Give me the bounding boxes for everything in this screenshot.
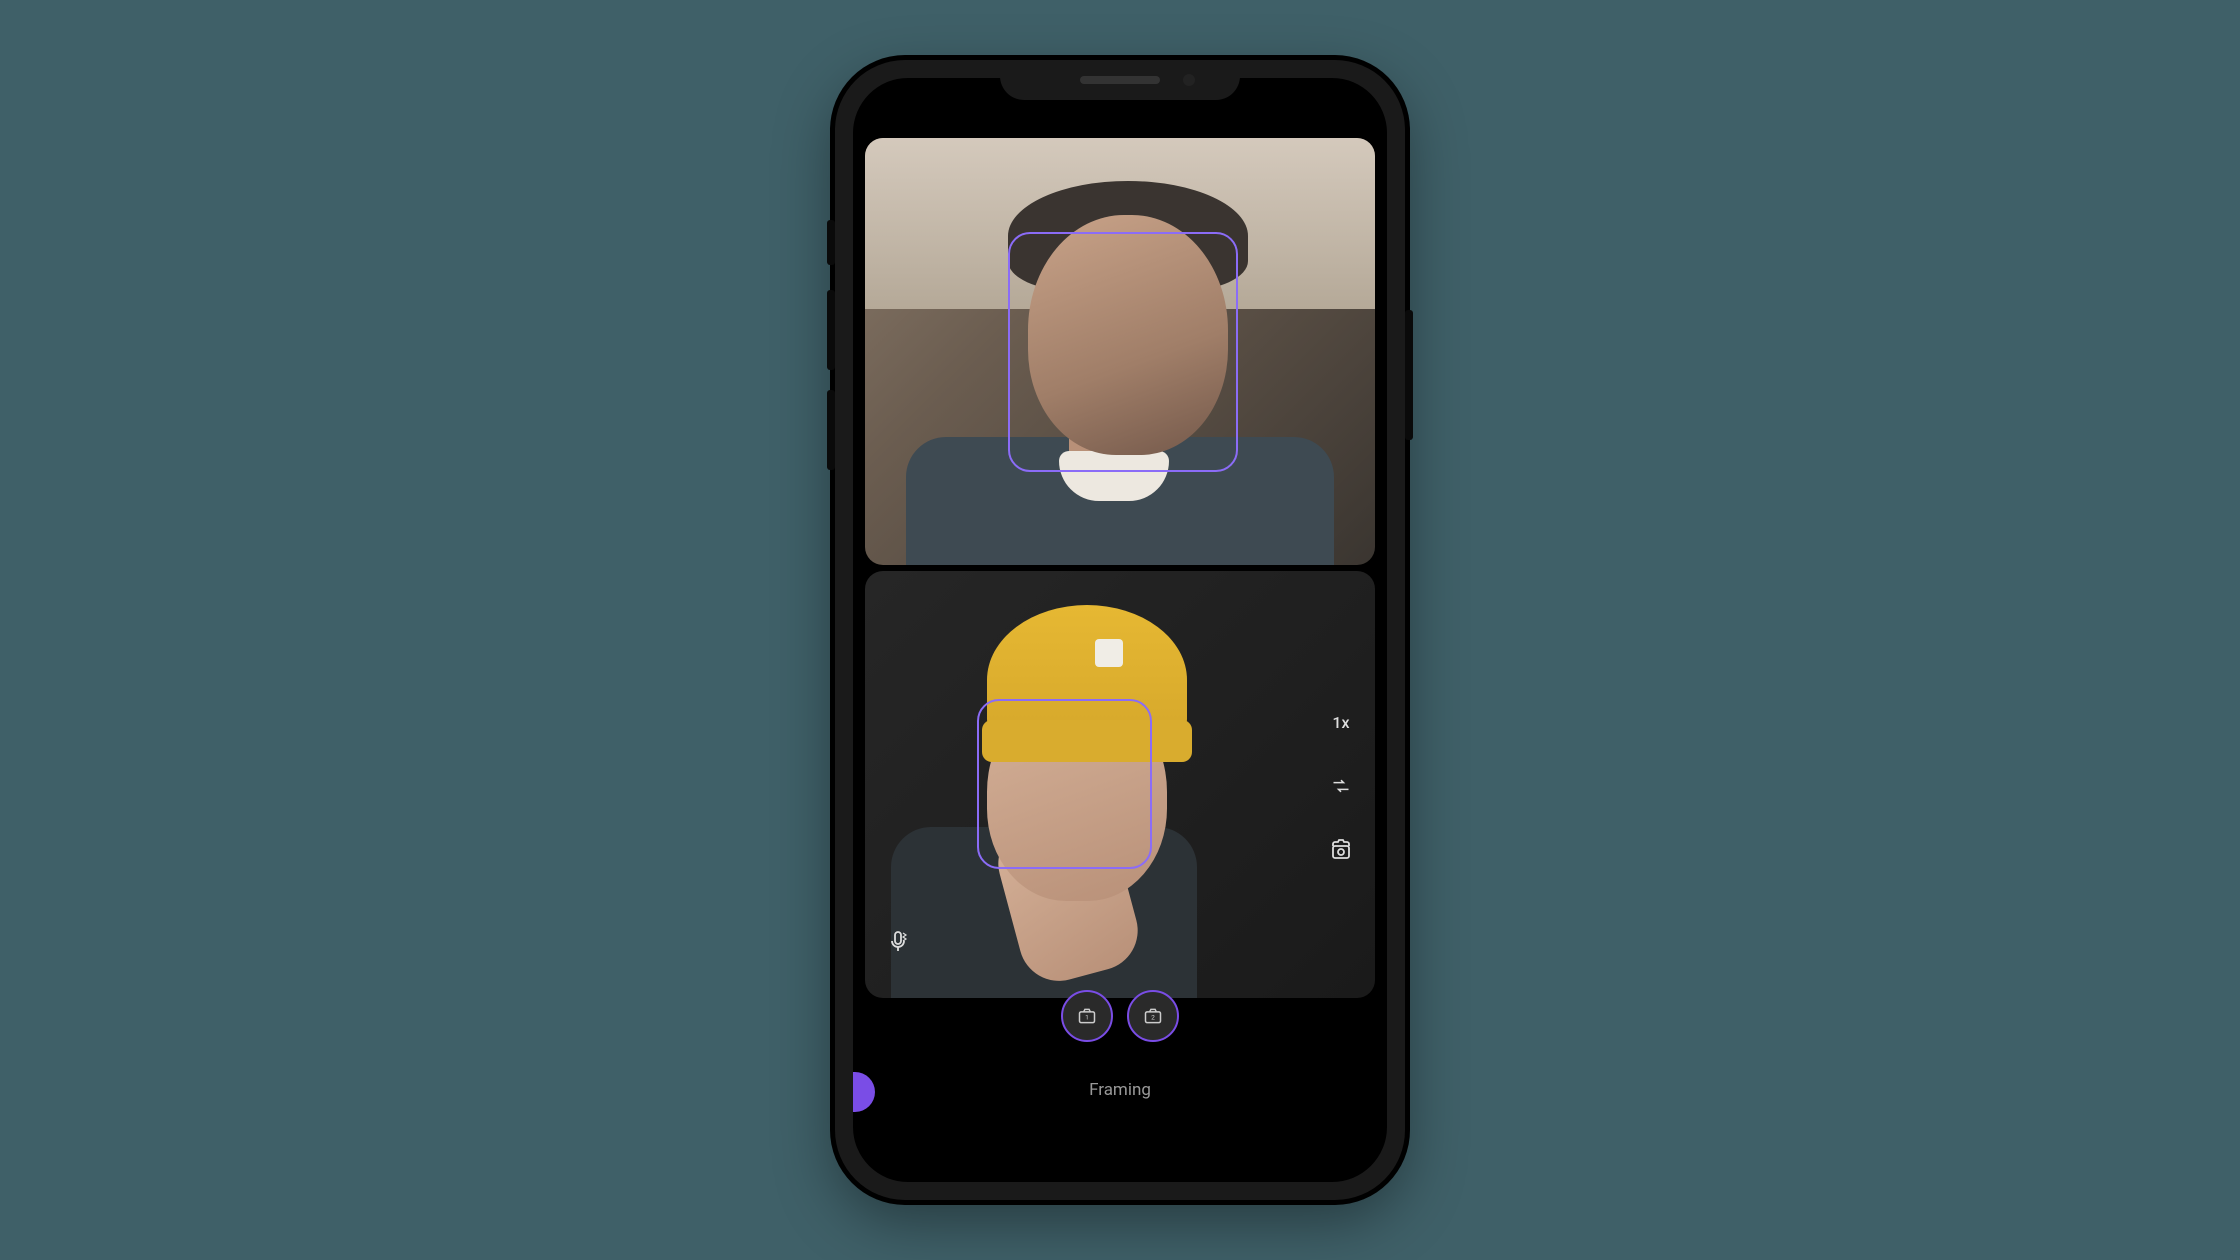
face-tracking-frame-2[interactable] — [977, 699, 1152, 869]
select-camera-1-button[interactable]: 1 — [1061, 990, 1113, 1042]
mode-label[interactable]: Framing — [853, 1080, 1387, 1100]
right-overlay-controls: 1x — [1317, 698, 1365, 874]
swap-cameras-button[interactable] — [1317, 762, 1365, 810]
camera-feeds-container — [865, 138, 1375, 998]
mic-bluetooth-button[interactable] — [875, 918, 923, 966]
speaker-grille — [1080, 76, 1160, 84]
svg-text:2: 2 — [1151, 1013, 1155, 1021]
select-camera-2-button[interactable]: 2 — [1127, 990, 1179, 1042]
zoom-level-label: 1x — [1332, 713, 1349, 732]
zoom-level-button[interactable]: 1x — [1317, 698, 1365, 746]
app-screen: 1x 1 — [853, 78, 1387, 1182]
mic-bluetooth-icon — [887, 930, 911, 954]
silent-switch — [827, 220, 835, 265]
face-tracking-frame-1[interactable] — [1008, 232, 1238, 472]
device-notch — [1000, 60, 1240, 100]
phone-device-frame: 1x 1 — [835, 60, 1405, 1200]
subject-2-beanie-tag — [1095, 639, 1123, 667]
flip-camera-icon — [1329, 838, 1353, 862]
volume-up-button — [827, 290, 835, 370]
svg-text:1: 1 — [1085, 1013, 1089, 1021]
camera-select-row: 1 2 — [853, 990, 1387, 1042]
swap-cameras-icon — [1331, 776, 1351, 796]
camera-1-icon: 1 — [1077, 1006, 1097, 1026]
front-camera-dot — [1183, 74, 1195, 86]
camera-feed-1[interactable] — [865, 138, 1375, 565]
camera-2-icon: 2 — [1143, 1006, 1163, 1026]
volume-down-button — [827, 390, 835, 470]
flip-camera-button[interactable] — [1317, 826, 1365, 874]
side-drawer-tab[interactable] — [853, 1072, 875, 1112]
left-overlay-controls — [875, 918, 923, 966]
camera-feed-2[interactable] — [865, 571, 1375, 998]
power-button — [1405, 310, 1413, 440]
